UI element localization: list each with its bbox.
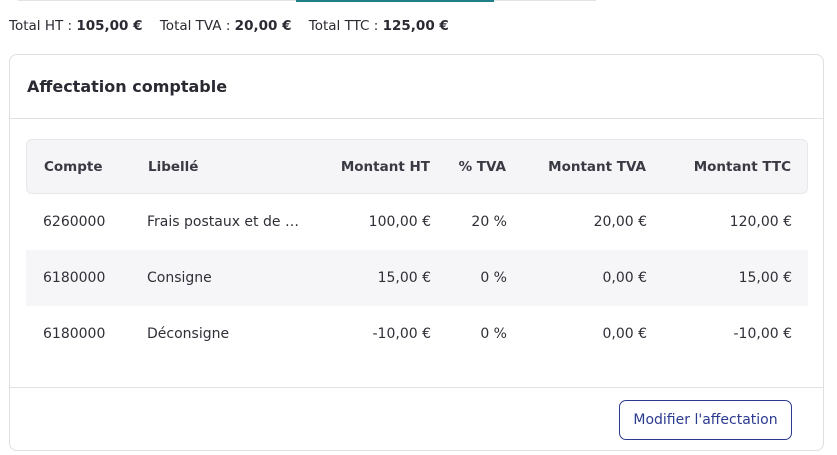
table-row: 6180000 Consigne 15,00 € 0 % 0,00 € 15,0… xyxy=(26,250,808,306)
modify-assignment-button[interactable]: Modifier l'affectation xyxy=(619,400,792,440)
accounting-assignment-card: Affectation comptable Compte Libellé Mon… xyxy=(9,54,824,451)
cell-montant-ttc: 120,00 € xyxy=(729,214,792,230)
cell-montant-ht: -10,00 € xyxy=(372,326,432,342)
cell-montant-ht: 15,00 € xyxy=(377,270,431,286)
total-tva: Total TVA : 20,00 € xyxy=(160,18,292,34)
tab-bar xyxy=(18,0,596,2)
header-divider xyxy=(10,118,823,119)
table-row: 6180000 Déconsigne -10,00 € 0 % 0,00 € -… xyxy=(26,306,808,362)
header-montant-ttc: Montant TTC xyxy=(693,158,791,175)
cell-libelle: Consigne xyxy=(147,270,212,286)
header-compte: Compte xyxy=(44,158,103,175)
total-ht-label: Total HT : xyxy=(9,18,73,34)
cell-compte: 6260000 xyxy=(43,214,106,230)
total-tva-value: 20,00 € xyxy=(234,18,292,34)
cell-compte: 6180000 xyxy=(43,326,106,342)
card-title: Affectation comptable xyxy=(27,77,228,96)
cell-libelle: Déconsigne xyxy=(147,326,230,342)
header-montant-ht: Montant HT xyxy=(340,158,430,175)
footer-divider xyxy=(10,387,823,388)
cell-tva: 20 % xyxy=(471,214,507,230)
cell-libelle: Frais postaux et de té... xyxy=(147,214,302,230)
table-header: Compte Libellé Montant HT % TVA Montant … xyxy=(26,139,808,194)
header-montant-tva: Montant TVA xyxy=(548,158,646,175)
cell-montant-ht: 100,00 € xyxy=(368,214,431,230)
header-libelle: Libellé xyxy=(148,158,199,175)
total-ht: Total HT : 105,00 € xyxy=(9,18,143,34)
cell-montant-ttc: -10,00 € xyxy=(733,326,793,342)
cell-montant-tva: 0,00 € xyxy=(602,326,647,342)
cell-tva: 0 % xyxy=(480,270,507,286)
active-tab-indicator xyxy=(296,0,494,2)
cell-montant-tva: 0,00 € xyxy=(602,270,647,286)
table-row: 6260000 Frais postaux et de té... 100,00… xyxy=(26,194,808,250)
cell-compte: 6180000 xyxy=(43,270,106,286)
total-ttc-label: Total TTC : xyxy=(308,18,379,34)
cell-montant-ttc: 15,00 € xyxy=(738,270,792,286)
totals-summary: Total HT : 105,00 € Total TVA : 20,00 € … xyxy=(9,18,462,34)
total-ttc: Total TTC : 125,00 € xyxy=(309,18,449,34)
total-tva-label: Total TVA : xyxy=(159,18,231,34)
assignment-table: Compte Libellé Montant HT % TVA Montant … xyxy=(26,139,808,362)
total-ht-value: 105,00 € xyxy=(76,18,143,34)
header-tva: % TVA xyxy=(458,158,506,175)
cell-tva: 0 % xyxy=(480,326,507,342)
total-ttc-value: 125,00 € xyxy=(382,18,449,34)
cell-montant-tva: 20,00 € xyxy=(593,214,647,230)
